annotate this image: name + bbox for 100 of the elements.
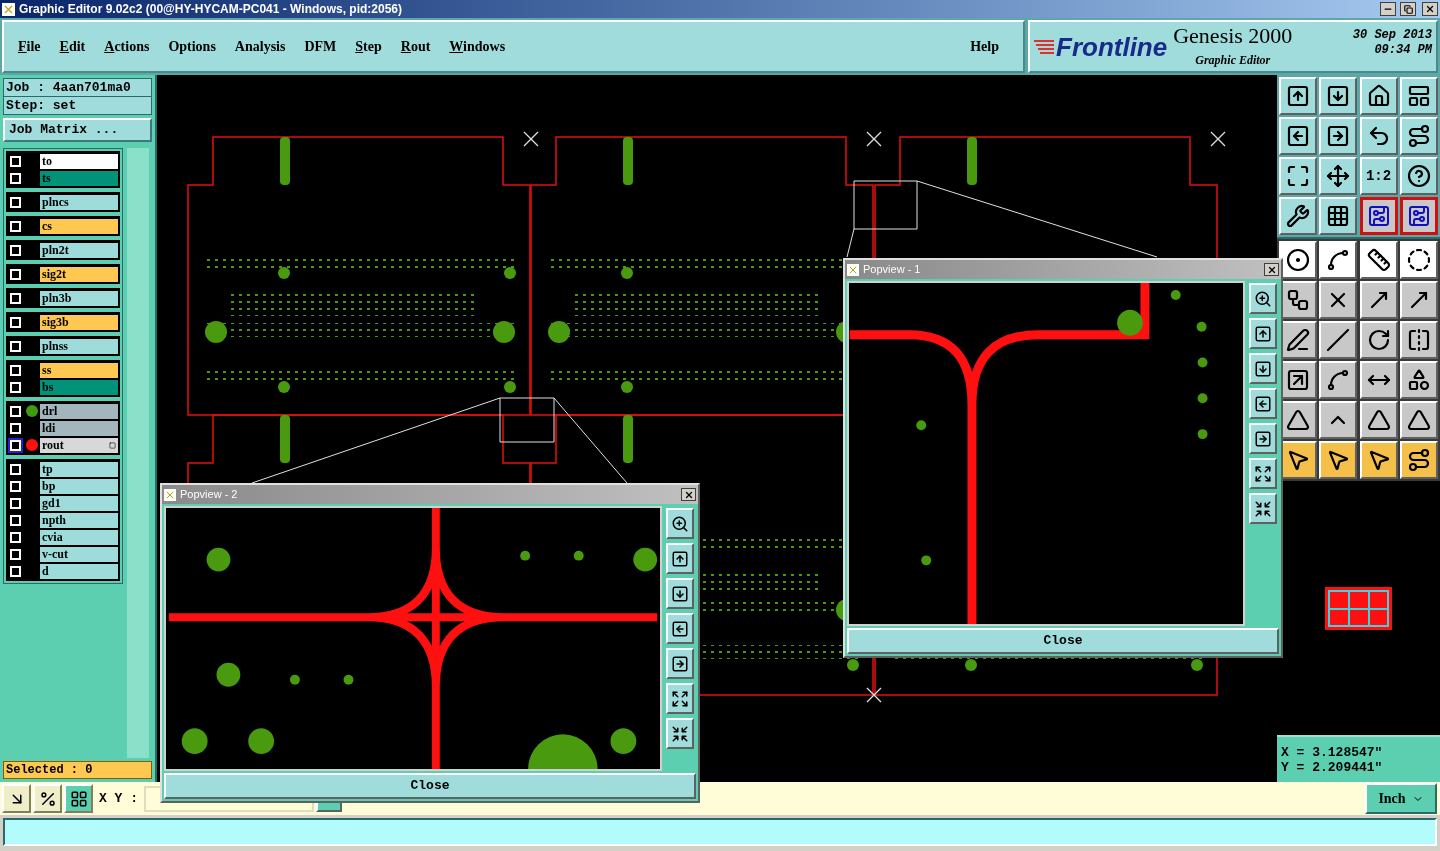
tool-button[interactable]: [1399, 117, 1438, 155]
view-button[interactable]: [1249, 388, 1277, 419]
layer-name[interactable]: sig3b: [40, 314, 118, 330]
tool-button[interactable]: [1279, 241, 1317, 279]
layer-name[interactable]: ts: [40, 170, 118, 186]
tool-button[interactable]: [1319, 197, 1358, 235]
view-button[interactable]: [666, 718, 694, 749]
view-button[interactable]: [666, 648, 694, 679]
layer-name[interactable]: tp: [40, 461, 118, 477]
zoom-in-icon: [671, 514, 689, 533]
tool-button[interactable]: [1359, 281, 1398, 319]
tool-button[interactable]: [1319, 281, 1358, 319]
menu-item[interactable]: Windows: [449, 36, 506, 57]
tool-button[interactable]: [1279, 197, 1317, 235]
tool-button[interactable]: [1359, 441, 1398, 479]
job-matrix-button[interactable]: Job Matrix ...: [3, 118, 152, 142]
layer-name[interactable]: cs: [40, 218, 118, 234]
menu-item[interactable]: Step: [355, 36, 382, 57]
layer-name[interactable]: v-cut: [40, 546, 118, 562]
menu-item[interactable]: Edit: [59, 36, 86, 57]
tool-button[interactable]: [1399, 441, 1438, 479]
tool-button[interactable]: [1399, 361, 1438, 399]
square-arrow-left-icon: [671, 619, 689, 638]
tool-button[interactable]: [1359, 401, 1398, 439]
menu-item[interactable]: Help: [970, 36, 999, 57]
tool-button[interactable]: [1319, 117, 1358, 155]
view-button[interactable]: [666, 508, 694, 539]
menu-item[interactable]: Analysis: [234, 36, 286, 57]
layer-name[interactable]: bs: [40, 379, 118, 395]
tool-button[interactable]: [1319, 77, 1358, 115]
tool-button[interactable]: [1399, 241, 1438, 279]
close-button[interactable]: Close: [847, 628, 1279, 654]
tool-button[interactable]: [1399, 157, 1438, 195]
menu-item[interactable]: Options: [168, 36, 216, 57]
tool-button[interactable]: [1319, 321, 1358, 359]
tool-button[interactable]: [1359, 241, 1398, 279]
menu-item[interactable]: DFM: [304, 36, 337, 57]
restore-button[interactable]: [1400, 2, 1416, 16]
menu-item[interactable]: File: [18, 36, 41, 57]
close-button[interactable]: [1264, 263, 1279, 276]
tool-button[interactable]: [1319, 401, 1358, 439]
view-button[interactable]: [666, 578, 694, 609]
tool-button[interactable]: [1319, 157, 1358, 195]
layer-name[interactable]: drl: [40, 403, 118, 419]
units-button[interactable]: Inch: [1365, 783, 1437, 814]
view-button[interactable]: [1249, 458, 1277, 489]
layer-name[interactable]: rout: [40, 437, 118, 453]
view-button[interactable]: [1249, 493, 1277, 524]
tool-button[interactable]: [1399, 401, 1438, 439]
layer-name[interactable]: pln2t: [40, 242, 118, 258]
tool-button[interactable]: [1279, 157, 1317, 195]
tool-button[interactable]: [1279, 77, 1317, 115]
close-icon: [1266, 264, 1277, 275]
tool-button[interactable]: [1319, 441, 1358, 479]
close-button[interactable]: Close: [164, 773, 696, 799]
layer-name[interactable]: ss: [40, 362, 118, 378]
view-button[interactable]: [1249, 423, 1277, 454]
close-button[interactable]: [1422, 2, 1438, 16]
tool-button[interactable]: [1319, 241, 1358, 279]
layer-name[interactable]: to: [40, 153, 118, 169]
view-button[interactable]: [666, 543, 694, 574]
tool-button[interactable]: [1319, 361, 1358, 399]
restore-icon: [1403, 4, 1413, 14]
menu-item[interactable]: Rout: [400, 36, 431, 57]
board-toggle-button[interactable]: [1359, 197, 1398, 235]
scrollbar[interactable]: [127, 148, 149, 758]
zoom-ratio-button[interactable]: 1:2: [1359, 157, 1398, 195]
minimize-button[interactable]: [1380, 2, 1396, 16]
layer-name[interactable]: gd1: [40, 495, 118, 511]
tool-button[interactable]: [1399, 77, 1438, 115]
product-name: Genesis 2000: [1173, 24, 1293, 47]
tool-button[interactable]: [1279, 117, 1317, 155]
layer-name[interactable]: pln3b: [40, 290, 118, 306]
view-button[interactable]: [666, 613, 694, 644]
layer-name[interactable]: plncs: [40, 194, 118, 210]
layer-name[interactable]: sig2t: [40, 266, 118, 282]
snap-button[interactable]: [64, 784, 93, 813]
close-button[interactable]: [681, 488, 696, 501]
view-button[interactable]: [1249, 283, 1277, 314]
tool-button[interactable]: [1399, 321, 1438, 359]
tool-button[interactable]: [1359, 117, 1398, 155]
tool-button[interactable]: [1399, 281, 1438, 319]
snap-button[interactable]: [33, 784, 62, 813]
view-button[interactable]: [1249, 318, 1277, 349]
job-label: Job : 4aan701ma0: [4, 79, 151, 96]
view-button[interactable]: [1249, 353, 1277, 384]
layer-name[interactable]: bp: [40, 478, 118, 494]
tool-button[interactable]: [1359, 77, 1398, 115]
layer-name[interactable]: cvia: [40, 529, 118, 545]
menu-item[interactable]: Actions: [104, 36, 150, 57]
tool-button[interactable]: [1359, 321, 1398, 359]
board-toggle-button[interactable]: [1399, 197, 1438, 235]
tool-button[interactable]: [1359, 361, 1398, 399]
layer-name[interactable]: plnss: [40, 338, 118, 354]
layer-name[interactable]: npth: [40, 512, 118, 528]
snap-button[interactable]: [2, 784, 31, 813]
view-button[interactable]: [666, 683, 694, 714]
layer-name[interactable]: d: [40, 563, 118, 579]
angle-icon: [38, 789, 57, 808]
layer-name[interactable]: ldi: [40, 420, 118, 436]
